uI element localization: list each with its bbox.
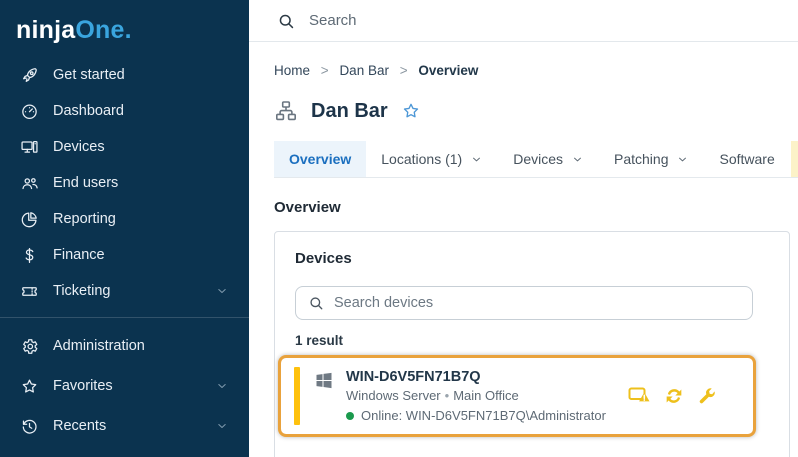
sidebar-item-recents[interactable]: Recents (0, 406, 249, 446)
tab-patching[interactable]: Patching (599, 141, 704, 177)
devices-card-title: Devices (295, 250, 753, 267)
device-location: Main Office (453, 388, 519, 403)
dollar-icon (20, 246, 39, 265)
favorite-star-icon[interactable] (401, 101, 421, 121)
chevron-down-icon (470, 153, 483, 166)
bullet-separator: • (445, 388, 450, 403)
windows-icon (314, 370, 334, 390)
sidebar-divider (0, 317, 249, 318)
tab-locations[interactable]: Locations (1) (366, 141, 498, 177)
logo-dot: . (125, 16, 132, 44)
online-status-dot (346, 412, 354, 420)
rocket-icon (20, 66, 39, 85)
sidebar: ninjaOne. Get started Dashboard Devices … (0, 0, 249, 457)
global-search-bar (249, 0, 798, 42)
sidebar-item-label: End users (53, 175, 118, 191)
pie-chart-icon (20, 210, 39, 229)
device-search-input[interactable] (334, 295, 740, 311)
sidebar-item-label: Favorites (53, 378, 113, 394)
section-heading-overview: Overview (274, 199, 790, 216)
device-info: WIN-D6V5FN71B7Q Windows Server •Main Offi… (346, 369, 606, 423)
breadcrumb-dan-bar[interactable]: Dan Bar (339, 63, 389, 78)
sidebar-item-label: Ticketing (53, 283, 110, 299)
main-area: Home > Dan Bar > Overview Dan Bar Overvi… (249, 0, 798, 457)
logo-text-ninja: ninja (16, 16, 75, 44)
breadcrumb-separator: > (400, 63, 408, 78)
tab-devices[interactable]: Devices (498, 141, 599, 177)
page-title: Dan Bar (311, 100, 388, 123)
result-count: 1 result (295, 333, 753, 348)
chevron-down-icon (215, 419, 229, 433)
sidebar-item-label: Get started (53, 67, 125, 83)
device-name: WIN-D6V5FN71B7Q (346, 369, 606, 385)
breadcrumb-current: Overview (418, 63, 478, 78)
sidebar-item-label: Devices (53, 139, 105, 155)
device-row[interactable]: WIN-D6V5FN71B7Q Windows Server •Main Offi… (278, 355, 756, 437)
sidebar-item-end-users[interactable]: End users (0, 165, 249, 201)
sidebar-item-label: Administration (53, 338, 145, 354)
gear-icon (20, 337, 39, 356)
tab-partial-highlight[interactable] (791, 141, 798, 177)
sidebar-item-reporting[interactable]: Reporting (0, 201, 249, 237)
history-icon (20, 417, 39, 436)
gauge-icon (20, 102, 39, 121)
sidebar-item-finance[interactable]: Finance (0, 237, 249, 273)
sidebar-item-label: Reporting (53, 211, 116, 227)
global-search-input[interactable] (309, 12, 659, 29)
tab-software[interactable]: Software (704, 141, 789, 177)
ninjaone-logo[interactable]: ninjaOne. (0, 0, 249, 57)
chevron-down-icon (676, 153, 689, 166)
chevron-down-icon (215, 379, 229, 393)
device-alert-icon[interactable] (628, 385, 652, 407)
star-icon (20, 377, 39, 396)
chevron-down-icon (215, 284, 229, 298)
breadcrumb-home[interactable]: Home (274, 63, 310, 78)
devices-icon (20, 138, 39, 157)
devices-card: Devices 1 result WIN-D6V5FN71B7Q Windows… (274, 231, 790, 457)
sidebar-item-dashboard[interactable]: Dashboard (0, 93, 249, 129)
severity-bar (294, 367, 300, 425)
device-actions (628, 385, 717, 407)
tab-bar: Overview Locations (1) Devices Patching … (274, 141, 798, 178)
breadcrumb: Home > Dan Bar > Overview (274, 63, 790, 78)
search-icon (308, 295, 324, 311)
sidebar-item-label: Finance (53, 247, 105, 263)
organization-icon (274, 99, 298, 123)
sync-icon[interactable] (663, 385, 685, 407)
sidebar-item-devices[interactable]: Devices (0, 129, 249, 165)
tab-overview[interactable]: Overview (274, 141, 366, 177)
chevron-down-icon (571, 153, 584, 166)
sidebar-item-label: Dashboard (53, 103, 124, 119)
sidebar-item-favorites[interactable]: Favorites (0, 366, 249, 406)
sidebar-item-administration[interactable]: Administration (0, 326, 249, 366)
breadcrumb-separator: > (321, 63, 329, 78)
users-icon (20, 174, 39, 193)
logo-text-one: One (75, 16, 124, 44)
device-status-text: Online: WIN-D6V5FN71B7Q\Administrator (361, 408, 606, 423)
device-os: Windows Server (346, 388, 441, 403)
ticket-icon (20, 282, 39, 301)
sidebar-item-label: Recents (53, 418, 106, 434)
search-icon (277, 12, 295, 30)
sidebar-item-get-started[interactable]: Get started (0, 57, 249, 93)
wrench-icon[interactable] (696, 386, 717, 407)
sidebar-item-ticketing[interactable]: Ticketing (0, 273, 249, 309)
device-search-box (295, 286, 753, 320)
